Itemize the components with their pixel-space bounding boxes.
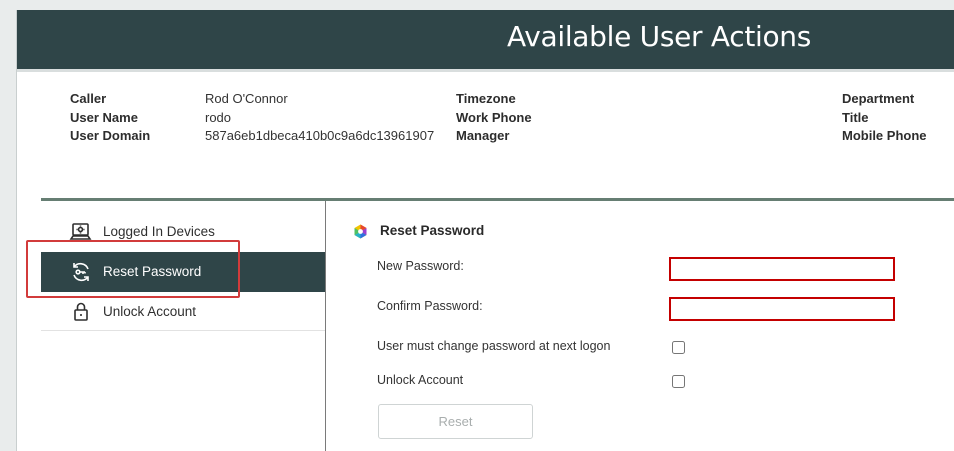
info-row-caller: Caller Rod O'Connor <box>70 90 434 109</box>
user-name-label: User Name <box>70 109 138 125</box>
must-change-password-checkbox[interactable] <box>672 341 685 354</box>
nav-item-unlock-account[interactable]: Unlock Account <box>41 292 325 332</box>
mobile-phone-label: Mobile Phone <box>842 128 927 143</box>
info-row-user-domain: User Domain 587a6eb1dbeca410b0c9a6dc13961… <box>70 127 434 146</box>
nav-item-label: Logged In Devices <box>103 224 215 239</box>
user-domain-label: User Domain <box>70 128 151 143</box>
nav-item-label: Unlock Account <box>103 304 197 319</box>
user-domain-value: 587a6eb1dbeca410b0c9a6dc13961907 <box>205 128 435 143</box>
confirm-password-field[interactable] <box>669 297 895 321</box>
unlock-account-label: Unlock Account <box>377 373 464 387</box>
timezone-label: Timezone <box>456 91 516 106</box>
section-title: Reset Password <box>380 223 485 238</box>
page-title: Available User Actions <box>507 20 812 53</box>
vertical-divider <box>325 201 326 451</box>
manager-label: Manager <box>456 128 510 143</box>
laptop-settings-icon <box>69 220 93 244</box>
info-row-user-name: User Name rodo <box>70 109 434 128</box>
work-phone-label: Work Phone <box>456 109 532 125</box>
refresh-key-icon <box>69 260 93 284</box>
nav-divider <box>41 330 325 331</box>
user-actions-panel: Available User Actions Caller Rod O'Conno… <box>16 10 954 451</box>
caller-value: Rod O'Connor <box>205 91 288 106</box>
user-name-value: rodo <box>205 109 232 125</box>
lock-icon <box>69 300 93 324</box>
new-password-label: New Password: <box>377 259 464 273</box>
reset-button[interactable]: Reset <box>378 404 533 439</box>
caller-info-col-1: Caller Rod O'Connor User Name rodo User Do… <box>70 90 434 146</box>
department-label: Department <box>842 91 915 106</box>
caller-label: Caller <box>70 91 107 106</box>
new-password-field[interactable] <box>669 257 895 281</box>
nav-item-logged-in-devices[interactable]: Logged In Devices <box>41 212 325 252</box>
unlock-account-checkbox[interactable] <box>672 375 685 388</box>
must-change-password-label: User must change password at next logon <box>377 339 611 353</box>
nav-item-label: Reset Password <box>103 264 202 279</box>
header-bar: Available User Actions <box>17 10 954 72</box>
hexagon-color-icon <box>353 224 368 239</box>
section-separator <box>41 198 954 201</box>
caller-info-col-3: Department Title Mobile Phone <box>842 90 927 146</box>
nav-item-reset-password[interactable]: Reset Password <box>41 252 325 292</box>
confirm-password-label: Confirm Password: <box>377 299 483 313</box>
caller-info-col-2: Timezone Work Phone Manager <box>456 90 532 146</box>
title-label: Title <box>842 109 869 125</box>
